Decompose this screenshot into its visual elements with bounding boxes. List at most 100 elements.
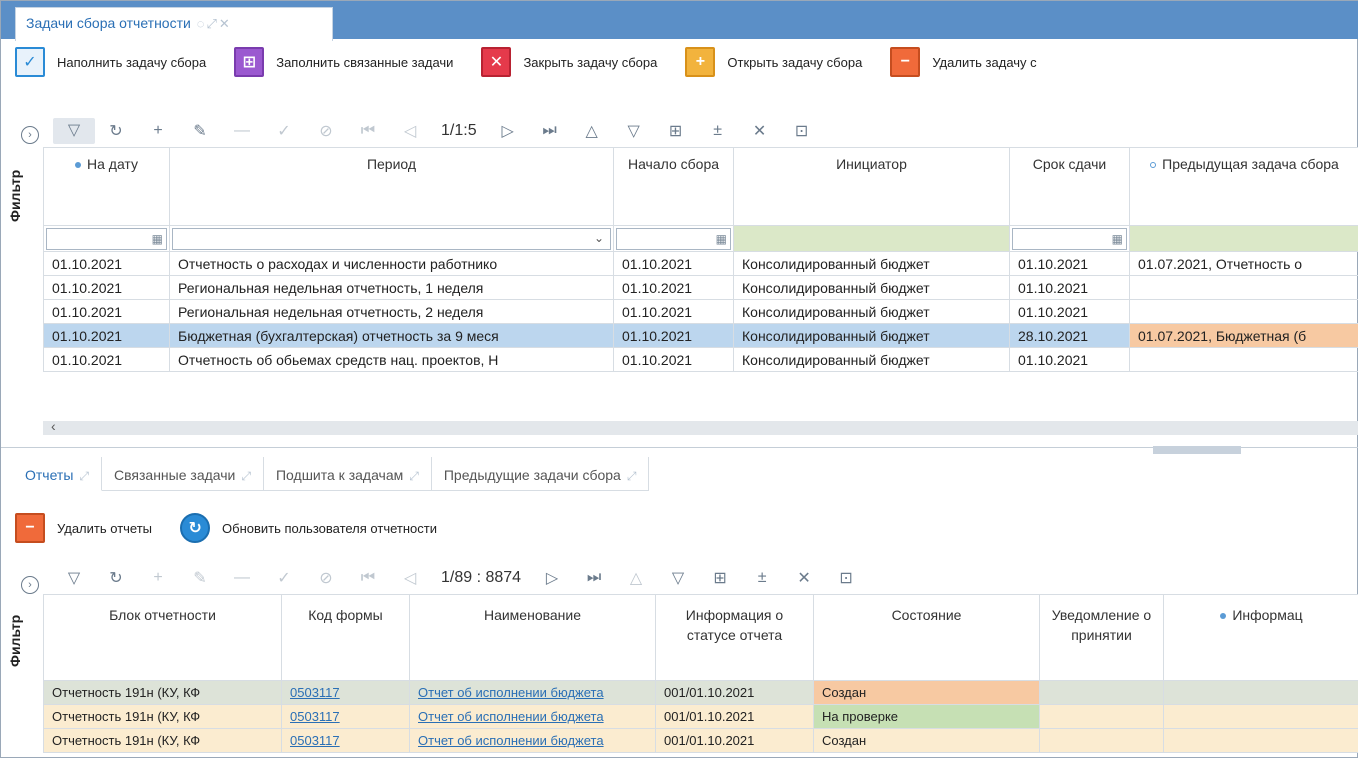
table-row[interactable]: 01.10.2021 Региональная недельная отчетн… bbox=[43, 275, 1358, 300]
add-icon[interactable]: + bbox=[137, 569, 179, 587]
export-icon[interactable]: ⊡ bbox=[825, 568, 867, 588]
edit-icon[interactable]: ✎ bbox=[179, 121, 221, 141]
remove-icon[interactable]: — bbox=[221, 569, 263, 587]
expand-icon[interactable]: ⤢ bbox=[241, 469, 251, 483]
cell: 01.10.2021 bbox=[613, 299, 734, 324]
table-row[interactable]: 01.10.2021 Региональная недельная отчетн… bbox=[43, 299, 1358, 324]
grid-view-icon[interactable]: ⊞ bbox=[655, 121, 697, 141]
delete-reports-button[interactable]: − Удалить отчеты bbox=[15, 513, 152, 543]
table-row[interactable]: Отчетность 191н (КУ, КФ 0503117 Отчет об… bbox=[43, 704, 1358, 729]
last-page-icon[interactable]: ⏭ bbox=[573, 569, 615, 587]
close-icon[interactable]: ✕ bbox=[219, 16, 230, 31]
tab-related-tasks[interactable]: Связанные задачи ⤢ bbox=[102, 457, 264, 491]
col-header-info[interactable]: Информац bbox=[1163, 594, 1358, 681]
sort-down-icon[interactable]: ▽ bbox=[657, 568, 699, 588]
scroll-left-icon[interactable]: ‹ bbox=[51, 418, 56, 434]
tab-reports[interactable]: Отчеты ⤢ bbox=[15, 457, 103, 491]
calendar-icon[interactable]: ▦ bbox=[152, 232, 163, 246]
expand-icon[interactable]: ⤢ bbox=[206, 16, 216, 31]
col-header-report-block[interactable]: Блок отчетности bbox=[43, 594, 282, 681]
calendar-icon[interactable]: ▦ bbox=[1112, 232, 1123, 246]
col-header-acceptance-notice-label: Уведомление о принятии bbox=[1051, 607, 1152, 643]
col-header-name[interactable]: Наименование bbox=[409, 594, 656, 681]
col-header-previous-task[interactable]: Предыдущая задача сбора bbox=[1129, 147, 1358, 226]
refresh-grid-icon[interactable]: ↻ bbox=[95, 568, 137, 588]
date-filter-input[interactable]: ▦ bbox=[46, 227, 167, 250]
start-filter-input[interactable]: ▦ bbox=[616, 227, 731, 250]
expand-filter-icon[interactable]: › bbox=[21, 126, 39, 144]
expand-filter-icon[interactable]: › bbox=[21, 576, 39, 594]
fill-related-button[interactable]: ⊞ Заполнить связанные задачи bbox=[234, 47, 453, 77]
clear-filter-icon[interactable]: ✕ bbox=[783, 568, 825, 588]
sort-up-icon[interactable]: △ bbox=[615, 568, 657, 588]
calendar-icon[interactable]: ▦ bbox=[716, 232, 727, 246]
window-tab[interactable]: Задачи сбора отчетности ◌ ⤢ ✕ bbox=[15, 7, 333, 41]
previous-task-filter-cell[interactable] bbox=[1129, 225, 1358, 252]
last-page-icon[interactable]: ⏭ bbox=[529, 122, 571, 140]
delete-task-button[interactable]: − Удалить задачу с bbox=[890, 47, 1037, 77]
col-header-form-code[interactable]: Код формы bbox=[281, 594, 410, 681]
table-row[interactable]: 01.10.2021 Отчетность о расходах и числе… bbox=[43, 251, 1358, 276]
group-icon[interactable]: ± bbox=[741, 569, 783, 587]
tab-previous-tasks[interactable]: Предыдущие задачи сбора ⤢ bbox=[431, 457, 650, 491]
sort-down-icon[interactable]: ▽ bbox=[613, 121, 655, 141]
apply-icon[interactable]: ✓ bbox=[263, 121, 305, 141]
col-header-period[interactable]: Период bbox=[169, 147, 614, 226]
panel-splitter[interactable] bbox=[1, 446, 1358, 457]
table-row-selected[interactable]: 01.10.2021 Бюджетная (бухгалтерская) отч… bbox=[43, 323, 1358, 348]
apply-icon[interactable]: ✓ bbox=[263, 568, 305, 588]
open-task-button[interactable]: + Открыть задачу сбора bbox=[685, 47, 862, 77]
sort-up-icon[interactable]: △ bbox=[571, 121, 613, 141]
col-header-status-info[interactable]: Информация о статусе отчета bbox=[655, 594, 814, 681]
form-code-link[interactable]: 0503117 bbox=[281, 728, 410, 753]
cancel-icon[interactable]: ⊘ bbox=[305, 568, 347, 588]
col-header-date[interactable]: На дату bbox=[43, 147, 170, 226]
col-header-acceptance-notice[interactable]: Уведомление о принятии bbox=[1039, 594, 1164, 681]
cancel-icon[interactable]: ⊘ bbox=[305, 121, 347, 141]
table-row[interactable]: Отчетность 191н (КУ, КФ 0503117 Отчет об… bbox=[43, 728, 1358, 753]
report-name-link[interactable]: Отчет об исполнении бюджета bbox=[409, 680, 656, 705]
refresh-grid-icon[interactable]: ↻ bbox=[95, 121, 137, 141]
edit-icon[interactable]: ✎ bbox=[179, 568, 221, 588]
next-page-icon[interactable]: ▷ bbox=[487, 121, 529, 141]
group-icon[interactable]: ± bbox=[697, 122, 739, 140]
col-header-state[interactable]: Состояние bbox=[813, 594, 1040, 681]
add-icon[interactable]: + bbox=[137, 122, 179, 140]
form-code-link[interactable]: 0503117 bbox=[281, 680, 410, 705]
grid1-horizontal-scrollbar[interactable]: ‹ bbox=[43, 418, 1358, 435]
table-row[interactable]: Отчетность 191н (КУ, КФ 0503117 Отчет об… bbox=[43, 680, 1358, 705]
expand-icon[interactable]: ⤢ bbox=[627, 469, 637, 483]
filter-icon[interactable]: ▽ bbox=[53, 568, 95, 588]
refresh-icon[interactable]: ◌ bbox=[197, 16, 205, 31]
filter-icon[interactable]: ▽ bbox=[53, 118, 95, 144]
chevron-down-icon[interactable]: ⌄ bbox=[594, 231, 604, 245]
deadline-filter-input[interactable]: ▦ bbox=[1012, 227, 1127, 250]
first-page-icon[interactable]: ⏮ bbox=[347, 569, 389, 587]
report-name-link[interactable]: Отчет об исполнении бюджета bbox=[409, 704, 656, 729]
fill-task-button[interactable]: ✓ Наполнить задачу сбора bbox=[15, 47, 206, 77]
filter-sidebar-label[interactable]: Фильтр bbox=[7, 151, 37, 241]
tab-attached-to-tasks[interactable]: Подшита к задачам ⤢ bbox=[263, 457, 432, 491]
filter-sidebar-label[interactable]: Фильтр bbox=[7, 596, 37, 686]
prev-page-icon[interactable]: ◁ bbox=[389, 568, 431, 588]
expand-icon[interactable]: ⤢ bbox=[79, 469, 89, 483]
export-icon[interactable]: ⊡ bbox=[781, 121, 823, 141]
report-name-link[interactable]: Отчет об исполнении бюджета bbox=[409, 728, 656, 753]
grid-view-icon[interactable]: ⊞ bbox=[699, 568, 741, 588]
next-page-icon[interactable]: ▷ bbox=[531, 568, 573, 588]
period-filter-select[interactable]: ⌄ bbox=[172, 227, 611, 250]
splitter-handle[interactable] bbox=[1153, 446, 1241, 454]
col-header-initiator[interactable]: Инициатор bbox=[733, 147, 1010, 226]
expand-icon[interactable]: ⤢ bbox=[409, 469, 419, 483]
refresh-user-button[interactable]: ↻ Обновить пользователя отчетности bbox=[180, 513, 437, 543]
form-code-link[interactable]: 0503117 bbox=[281, 704, 410, 729]
initiator-filter-cell[interactable] bbox=[733, 225, 1010, 252]
clear-filter-icon[interactable]: ✕ bbox=[739, 121, 781, 141]
col-header-start[interactable]: Начало сбора bbox=[613, 147, 734, 226]
remove-icon[interactable]: — bbox=[221, 122, 263, 140]
table-row[interactable]: 01.10.2021 Отчетность об обьемах средств… bbox=[43, 347, 1358, 372]
close-task-button[interactable]: ✕ Закрыть задачу сбора bbox=[481, 47, 657, 77]
first-page-icon[interactable]: ⏮ bbox=[347, 122, 389, 140]
col-header-deadline[interactable]: Срок сдачи bbox=[1009, 147, 1130, 226]
prev-page-icon[interactable]: ◁ bbox=[389, 121, 431, 141]
